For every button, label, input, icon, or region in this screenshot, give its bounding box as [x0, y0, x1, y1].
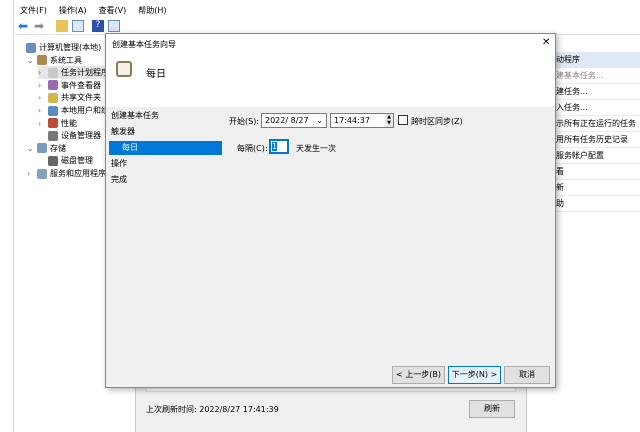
tree-node-icon — [48, 105, 58, 116]
tree-node-icon — [37, 143, 47, 154]
date-value: 2022/ 8/27 — [265, 116, 309, 125]
last-refresh-text: 上次刷新时间: 2022/8/27 17:41:39 — [146, 405, 279, 414]
back-arrow-icon[interactable]: ⬅ — [18, 20, 30, 32]
back-button[interactable]: < 上一步(B) — [392, 366, 445, 384]
show-hide-tree-icon[interactable] — [72, 20, 84, 32]
sync-timezone-checkbox[interactable] — [398, 115, 408, 125]
tree-node-icon — [26, 42, 36, 53]
wizard-header: 创建基本任务向导 ✕ 每日 — [106, 34, 555, 107]
sync-timezone-label: 跨时区同步(Z) — [411, 117, 463, 126]
expander-icon[interactable]: › — [27, 169, 34, 178]
forward-arrow-icon[interactable]: ➡ — [34, 20, 46, 32]
tree-item-label: 系统工具 — [50, 55, 82, 65]
action-item[interactable]: 新 — [556, 180, 640, 196]
tree-item[interactable]: › 任务计划程序 — [38, 66, 109, 80]
action-pane-icon[interactable] — [108, 20, 120, 32]
action-item[interactable]: 用所有任务历史记录 — [556, 132, 640, 148]
menu-help[interactable]: 帮助(H) — [138, 5, 166, 16]
tree-item[interactable]: 磁盘管理 — [38, 154, 93, 167]
every-suffix: 天发生一次 — [296, 144, 336, 153]
start-date-picker[interactable]: 2022/ 8/27 ⌄ — [261, 113, 327, 128]
every-value: 1 — [272, 142, 278, 151]
expander-icon[interactable]: › — [38, 68, 45, 77]
tree-item-label: 磁盘管理 — [61, 156, 93, 166]
refresh-button[interactable]: 刷新 — [469, 400, 515, 418]
start-time-spinner[interactable]: 17:44:37 ▲ ▼ — [330, 113, 394, 128]
left-edge — [0, 0, 14, 432]
action-item[interactable]: 建任务... — [556, 84, 640, 100]
expander-icon[interactable]: ⌄ — [27, 144, 34, 153]
wizard-steps: 创建基本任务 触发器 每日 操作 完成 — [106, 107, 226, 387]
tree-item[interactable]: ⌄ 存储 — [27, 142, 66, 155]
every-label: 每隔(C): — [237, 144, 268, 153]
tree-node-icon — [37, 168, 47, 179]
tree-item-label: 计算机管理(本地) — [39, 43, 102, 52]
expander-icon[interactable]: ⌄ — [27, 56, 34, 65]
tree-item[interactable]: › 本地用户和组 — [38, 104, 109, 117]
tree-node-icon — [48, 130, 58, 141]
tree-node-icon — [48, 92, 58, 103]
cancel-button[interactable]: 取消 — [504, 366, 550, 384]
up-folder-icon[interactable] — [56, 20, 68, 32]
tree-item[interactable]: › 服务和应用程序 — [27, 167, 106, 180]
close-icon[interactable]: ✕ — [542, 37, 550, 48]
tree-item-label: 存储 — [50, 143, 66, 153]
step-finish: 完成 — [111, 175, 127, 184]
tree-item-label: 本地用户和组 — [61, 106, 109, 115]
chevron-down-icon: ⌄ — [316, 116, 323, 125]
step-trigger: 触发器 — [111, 127, 135, 136]
tree-item-label: 共享文件夹 — [61, 93, 101, 103]
wizard-title: 创建基本任务向导 — [112, 40, 176, 49]
action-item[interactable]: 服务帐户配置 — [556, 148, 640, 164]
step-create: 创建基本任务 — [111, 111, 159, 120]
actions-header: 动程序 — [556, 52, 640, 68]
action-item[interactable]: 建基本任务... — [556, 68, 640, 84]
next-button[interactable]: 下一步(N) > — [448, 366, 501, 384]
tree-node-icon — [37, 55, 47, 66]
expander-icon[interactable]: › — [38, 106, 45, 115]
menu-view[interactable]: 查看(V) — [99, 5, 127, 16]
help-icon[interactable]: ? — [92, 20, 104, 32]
expander-icon[interactable]: › — [38, 119, 45, 128]
action-item[interactable]: 看 — [556, 164, 640, 180]
menu-file[interactable]: 文件(F) — [20, 5, 47, 16]
action-item[interactable]: 示所有正在运行的任务 — [556, 116, 640, 132]
step-daily: 每日 — [109, 141, 222, 155]
tree-item-label: 事件查看器 — [61, 80, 101, 90]
tree-item[interactable]: ⌄ 系统工具 — [27, 54, 82, 67]
expander-icon[interactable]: › — [38, 81, 45, 90]
scheduler-clock-icon — [116, 61, 132, 77]
tree-item-label: 性能 — [61, 118, 77, 128]
menu-bar: 文件(F) 操作(A) 查看(V) 帮助(H) — [14, 0, 640, 20]
tree-item[interactable]: 设备管理器 — [38, 129, 101, 142]
menu-action[interactable]: 操作(A) — [59, 5, 87, 16]
action-item[interactable]: 入任务... — [556, 100, 640, 116]
time-value: 17:44:37 — [334, 116, 370, 125]
tree-node-icon — [48, 80, 58, 91]
tree-item[interactable]: › 性能 — [38, 117, 77, 130]
action-item[interactable]: 助 — [556, 196, 640, 212]
create-basic-task-wizard: 创建基本任务向导 ✕ 每日 创建基本任务 触发器 每日 操作 完成 开始(S):… — [105, 33, 556, 388]
spinner-arrows-icon[interactable]: ▲ ▼ — [385, 114, 393, 127]
tree-node-icon — [48, 67, 58, 78]
expander-icon[interactable]: › — [38, 93, 45, 102]
tree-item-label: 任务计划程序 — [61, 68, 109, 78]
tree-item-label: 服务和应用程序 — [50, 169, 106, 178]
tree-item[interactable]: › 共享文件夹 — [38, 91, 101, 104]
wizard-heading: 每日 — [146, 69, 166, 80]
tree-node-icon — [48, 155, 58, 166]
every-days-input[interactable]: 1 — [269, 139, 289, 154]
tree-node-icon — [48, 118, 58, 129]
tree-item[interactable]: 计算机管理(本地) — [16, 41, 101, 54]
tree-item-label: 设备管理器 — [61, 131, 101, 141]
step-action: 操作 — [111, 159, 127, 168]
tree-item[interactable]: › 事件查看器 — [38, 79, 101, 92]
start-label: 开始(S): — [229, 117, 260, 126]
